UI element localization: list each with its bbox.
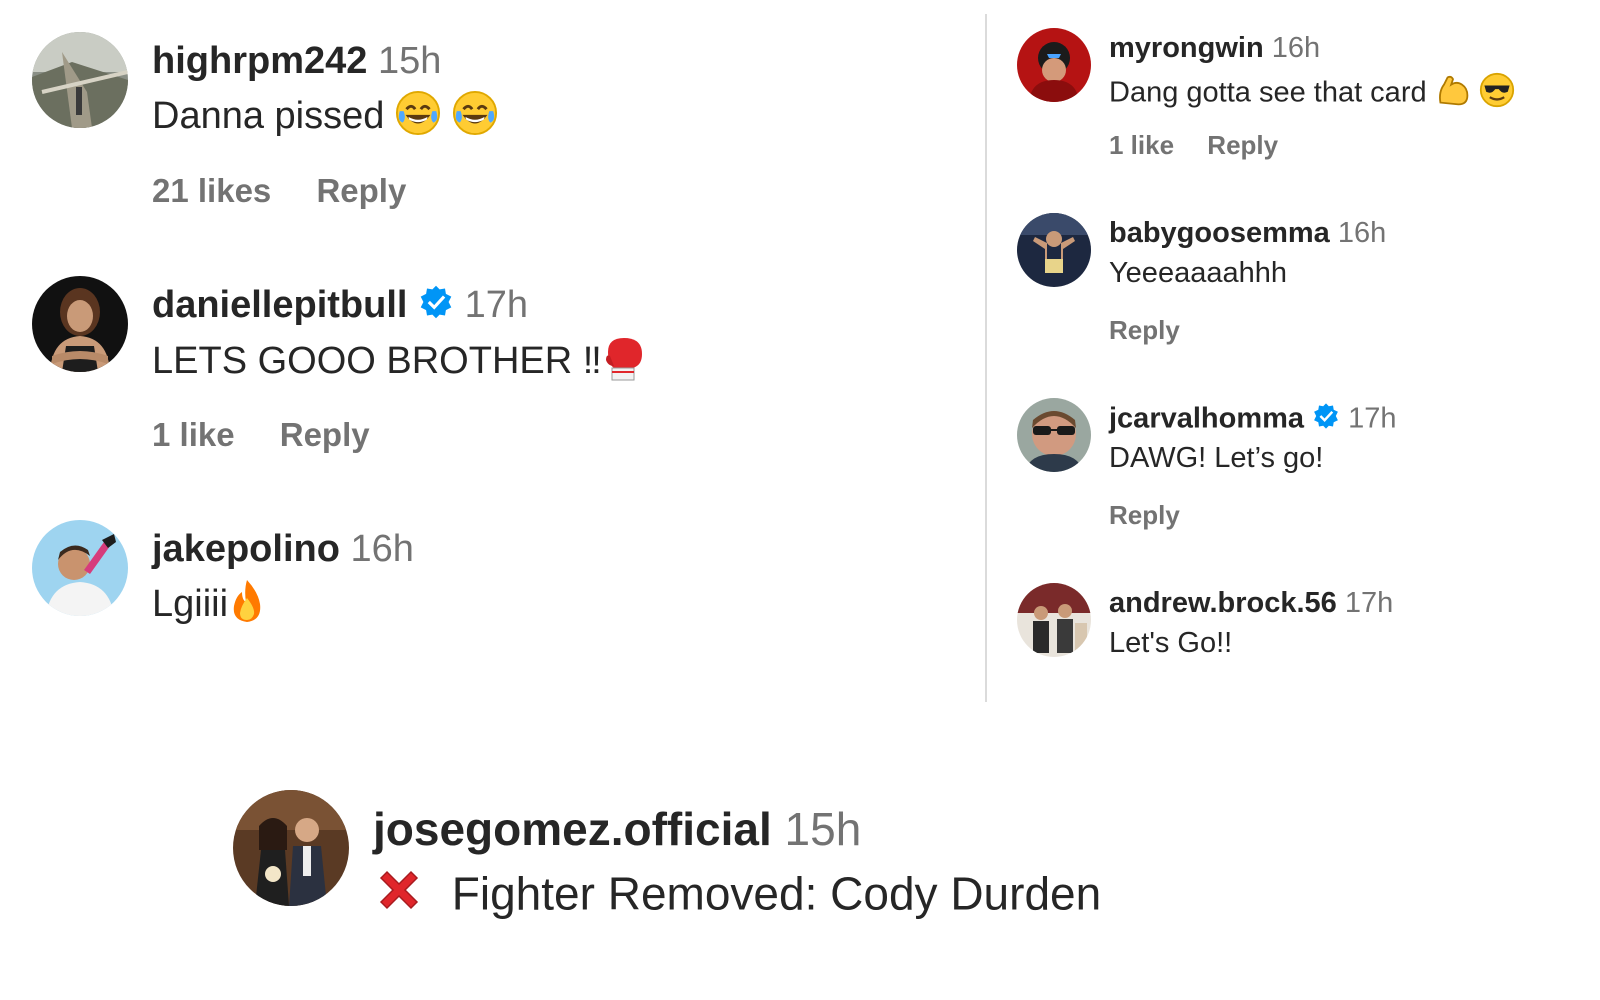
username[interactable]: jcarvalhomma	[1109, 403, 1304, 435]
avatar[interactable]	[1017, 398, 1091, 472]
comment-actions: 21 likes Reply	[152, 172, 406, 210]
reply-button[interactable]: Reply	[316, 172, 406, 209]
username[interactable]: highrpm242	[152, 40, 367, 82]
avatar[interactable]	[1017, 583, 1091, 657]
comment-header: highrpm242 15h	[152, 40, 441, 83]
cross-mark-icon	[373, 866, 425, 929]
reply-button[interactable]: Reply	[1109, 500, 1180, 530]
avatar[interactable]	[32, 276, 128, 372]
likes-count[interactable]: 21 likes	[152, 172, 271, 209]
tears-of-joy-icon	[452, 90, 498, 146]
comment-header: jakepolino 16h	[152, 528, 414, 571]
comment-text-row: Fighter Removed: Cody Durden	[373, 866, 1101, 929]
comment-text-row: Dang gotta see that card	[1109, 72, 1515, 116]
avatar[interactable]	[1017, 28, 1091, 102]
comment-text: Danna pissed	[152, 95, 385, 138]
username[interactable]: andrew.brock.56	[1109, 587, 1337, 619]
avatar[interactable]	[233, 790, 349, 906]
tears-of-joy-icon	[395, 90, 441, 146]
comment-text-row: Yeeeaaaahhh	[1109, 257, 1287, 290]
username[interactable]: josegomez.official	[373, 803, 772, 855]
comment-header: josegomez.official 15h	[373, 802, 861, 856]
boxing-glove-icon	[602, 334, 646, 392]
comment-text: Let's Go!!	[1109, 627, 1233, 659]
username[interactable]: daniellepitbull	[152, 284, 407, 326]
timestamp[interactable]: 15h	[785, 803, 862, 855]
flexed-biceps-icon	[1435, 72, 1471, 116]
fire-icon	[228, 578, 266, 634]
verified-badge-icon	[418, 284, 454, 330]
timestamp[interactable]: 16h	[1338, 217, 1386, 249]
comment-actions: Reply	[1109, 500, 1180, 531]
comment-text: LETS GOOO BROTHER ‼	[152, 340, 602, 383]
verified-badge-icon	[1312, 402, 1340, 438]
timestamp[interactable]: 16h	[1272, 32, 1320, 64]
timestamp[interactable]: 16h	[350, 528, 413, 570]
reply-button[interactable]: Reply	[280, 416, 370, 453]
comment-header: babygoosemma 16h	[1109, 217, 1386, 250]
reply-button[interactable]: Reply	[1109, 315, 1180, 345]
timestamp[interactable]: 15h	[378, 40, 441, 82]
comment-header: jcarvalhomma 17h	[1109, 402, 1397, 438]
comment-text-row: DAWG! Let’s go!	[1109, 442, 1323, 475]
timestamp[interactable]: 17h	[1345, 587, 1393, 619]
likes-count[interactable]: 1 like	[152, 416, 235, 453]
comment-text: Yeeeaaaahhh	[1109, 257, 1287, 289]
avatar[interactable]	[1017, 213, 1091, 287]
column-divider	[985, 14, 987, 702]
comment-text-row: Danna pissed	[152, 90, 498, 146]
username[interactable]: babygoosemma	[1109, 217, 1330, 249]
comment-actions: 1 like Reply	[152, 416, 370, 454]
username[interactable]: jakepolino	[152, 528, 340, 570]
avatar[interactable]	[32, 520, 128, 616]
comment-actions: 1 like Reply	[1109, 130, 1278, 161]
comment-text-row: LETS GOOO BROTHER ‼	[152, 334, 646, 392]
reply-button[interactable]: Reply	[1207, 130, 1278, 160]
comments-screenshot: highrpm242 15h Danna pissed 21 likes Rep…	[0, 0, 1600, 1000]
comment-header: myrongwin 16h	[1109, 32, 1320, 65]
avatar[interactable]	[32, 32, 128, 128]
comment-text: Fighter Removed: Cody Durden	[451, 867, 1102, 920]
comment-header: daniellepitbull 17h	[152, 284, 528, 330]
timestamp[interactable]: 17h	[1348, 403, 1396, 435]
likes-count[interactable]: 1 like	[1109, 130, 1174, 160]
comment-text: DAWG! Let’s go!	[1109, 442, 1324, 474]
username[interactable]: myrongwin	[1109, 32, 1264, 64]
comment-text: Lgiiii	[152, 583, 229, 626]
timestamp[interactable]: 17h	[465, 284, 528, 326]
comment-text-row: Lgiiii	[152, 578, 266, 634]
comment-text-row: Let's Go!!	[1109, 627, 1232, 660]
comment-actions: Reply	[1109, 315, 1180, 346]
sunglasses-face-icon	[1479, 72, 1515, 116]
comment-text: Dang gotta see that card	[1109, 76, 1427, 109]
comment-header: andrew.brock.56 17h	[1109, 587, 1393, 620]
